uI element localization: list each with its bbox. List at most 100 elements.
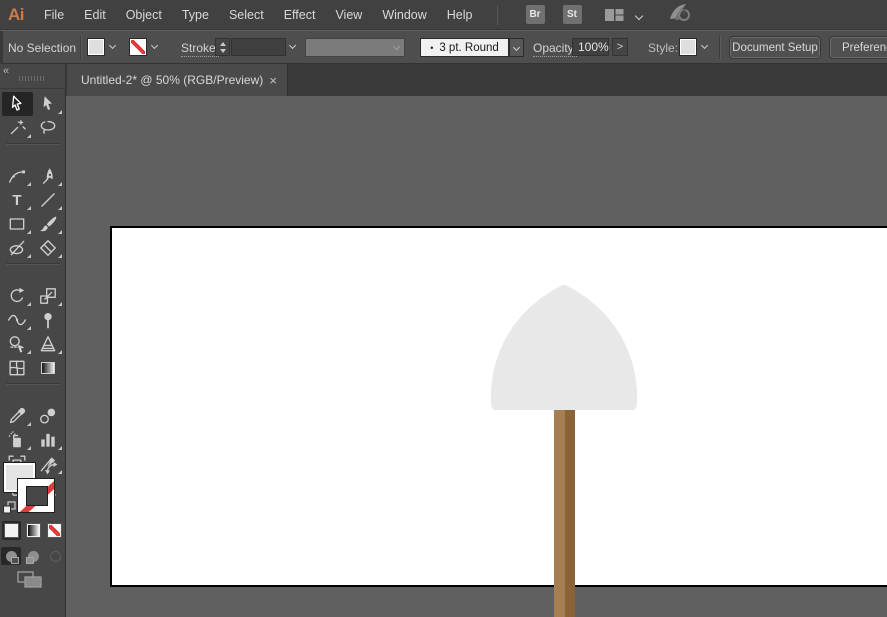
control-bar: No Selection Stroke: • 3 pt. Round Opaci… (0, 31, 887, 64)
trunk-dark-half (565, 408, 575, 617)
stroke-color-chevron-icon[interactable] (148, 38, 161, 56)
gradient-button[interactable] (24, 521, 43, 540)
menu-separator (497, 5, 498, 25)
tab-close-icon[interactable]: × (269, 74, 277, 87)
rectangle-tool[interactable] (2, 212, 33, 236)
gradient-tool[interactable] (33, 356, 64, 380)
stroke-width-chevron-icon[interactable] (286, 38, 299, 56)
document-tab-title: Untitled-2* @ 50% (RGB/Preview) (67, 73, 263, 87)
tree-trunk-shape[interactable] (554, 408, 575, 617)
subtool-indicator-icon (27, 446, 31, 450)
stroke-label[interactable]: Stroke: (181, 41, 219, 57)
fill-color-chevron-icon[interactable] (106, 38, 119, 56)
cc-sync-icon[interactable] (666, 1, 692, 28)
divider (0, 88, 65, 89)
stroke-swatch-none[interactable] (17, 478, 55, 513)
stroke-width-stepper[interactable] (215, 38, 230, 56)
preferences-button[interactable]: Preferences (830, 37, 887, 58)
subtool-indicator-icon (58, 446, 62, 450)
subtool-indicator-icon (58, 302, 62, 306)
brush-definition-value: 3 pt. Round (439, 42, 498, 54)
tool-group-divider (2, 140, 64, 146)
subtool-indicator-icon (58, 350, 62, 354)
rotate-tool[interactable] (2, 284, 33, 308)
brush-definition-select[interactable]: • 3 pt. Round (420, 38, 509, 57)
subtool-indicator-icon (58, 182, 62, 186)
document-setup-button[interactable]: Document Setup (730, 37, 820, 58)
column-graph-tool[interactable] (33, 428, 64, 452)
draw-normal-button[interactable] (1, 547, 21, 565)
brush-definition-chevron-icon[interactable] (509, 38, 524, 57)
opacity-label[interactable]: Opacity: (533, 41, 577, 57)
stroke-color-swatch[interactable] (129, 38, 147, 56)
opacity-expand-button[interactable]: > (612, 38, 628, 56)
stroke-width-input[interactable] (231, 38, 286, 56)
menu-item-effect[interactable]: Effect (274, 0, 326, 30)
width-profile-select (305, 38, 405, 57)
width-tool[interactable] (2, 308, 33, 332)
workspace-switcher-icon[interactable] (602, 7, 626, 23)
selection-status: No Selection (8, 41, 76, 55)
shaper-tool[interactable] (2, 236, 33, 260)
tree-canopy-shape[interactable] (491, 282, 637, 410)
type-tool[interactable]: T (2, 188, 33, 212)
fill-type-row (2, 521, 64, 540)
paintbrush-tool[interactable] (33, 212, 64, 236)
menu-item-edit[interactable]: Edit (74, 0, 116, 30)
draw-behind-button[interactable] (23, 547, 43, 565)
subtool-indicator-icon (27, 182, 31, 186)
control-bar-grip[interactable] (0, 31, 3, 64)
mesh-tool[interactable] (2, 356, 33, 380)
blend-tool[interactable] (33, 404, 64, 428)
subtool-indicator-icon (27, 302, 31, 306)
subtool-indicator-icon (58, 206, 62, 210)
menu-item-view[interactable]: View (325, 0, 372, 30)
color-button[interactable] (2, 521, 21, 540)
draw-inside-button (45, 547, 65, 565)
none-button[interactable] (45, 521, 64, 540)
menu-item-select[interactable]: Select (219, 0, 274, 30)
menu-item-type[interactable]: Type (172, 0, 219, 30)
opacity-input[interactable]: 100% (572, 38, 609, 56)
bridge-button[interactable]: Br (526, 5, 545, 24)
style-chevron-icon[interactable] (698, 38, 711, 56)
document-tab-bar: Untitled-2* @ 50% (RGB/Preview) × (66, 64, 887, 96)
puppet-warp-tool[interactable] (33, 308, 64, 332)
fill-color-swatch[interactable] (87, 38, 105, 56)
menu-item-file[interactable]: File (34, 0, 74, 30)
illustrator-logo: Ai (8, 5, 24, 25)
subtool-indicator-icon (27, 206, 31, 210)
eyedropper-tool[interactable] (2, 404, 33, 428)
line-segment-tool[interactable] (33, 188, 64, 212)
magic-wand-tool[interactable] (2, 116, 33, 140)
lasso-tool[interactable] (33, 116, 64, 140)
shape-builder-tool[interactable] (2, 332, 33, 356)
subtool-indicator-icon (27, 230, 31, 234)
symbol-sprayer-tool[interactable] (2, 428, 33, 452)
toolbar-tools: T (1, 92, 64, 500)
screen-mode-icon[interactable] (16, 570, 44, 595)
scale-tool[interactable] (33, 284, 64, 308)
panel-collapse-icon[interactable]: « (3, 65, 9, 77)
menu-item-help[interactable]: Help (437, 0, 483, 30)
curvature-tool[interactable] (2, 164, 33, 188)
canvas-pasteboard[interactable] (66, 96, 887, 617)
menu-item-object[interactable]: Object (116, 0, 172, 30)
menu-item-window[interactable]: Window (372, 0, 436, 30)
pen-tool[interactable] (33, 164, 64, 188)
selection-tool[interactable] (2, 92, 33, 116)
illustrator-window: Ai FileEditObjectTypeSelectEffectViewWin… (0, 0, 887, 617)
subtool-indicator-icon (58, 110, 62, 114)
document-tab[interactable]: Untitled-2* @ 50% (RGB/Preview) × (67, 64, 288, 96)
default-fill-stroke-icon[interactable] (2, 501, 17, 520)
tool-group-divider (2, 260, 64, 266)
direct-selection-tool[interactable] (33, 92, 64, 116)
perspective-grid-tool[interactable] (33, 332, 64, 356)
tool-group-divider (2, 380, 64, 386)
swap-fill-stroke-icon[interactable] (44, 461, 61, 481)
style-swatch[interactable] (679, 38, 697, 56)
stock-button[interactable]: St (563, 5, 582, 24)
panel-grip[interactable] (19, 76, 46, 81)
workspace-chevron-icon[interactable] (636, 6, 642, 24)
eraser-tool[interactable] (33, 236, 64, 260)
